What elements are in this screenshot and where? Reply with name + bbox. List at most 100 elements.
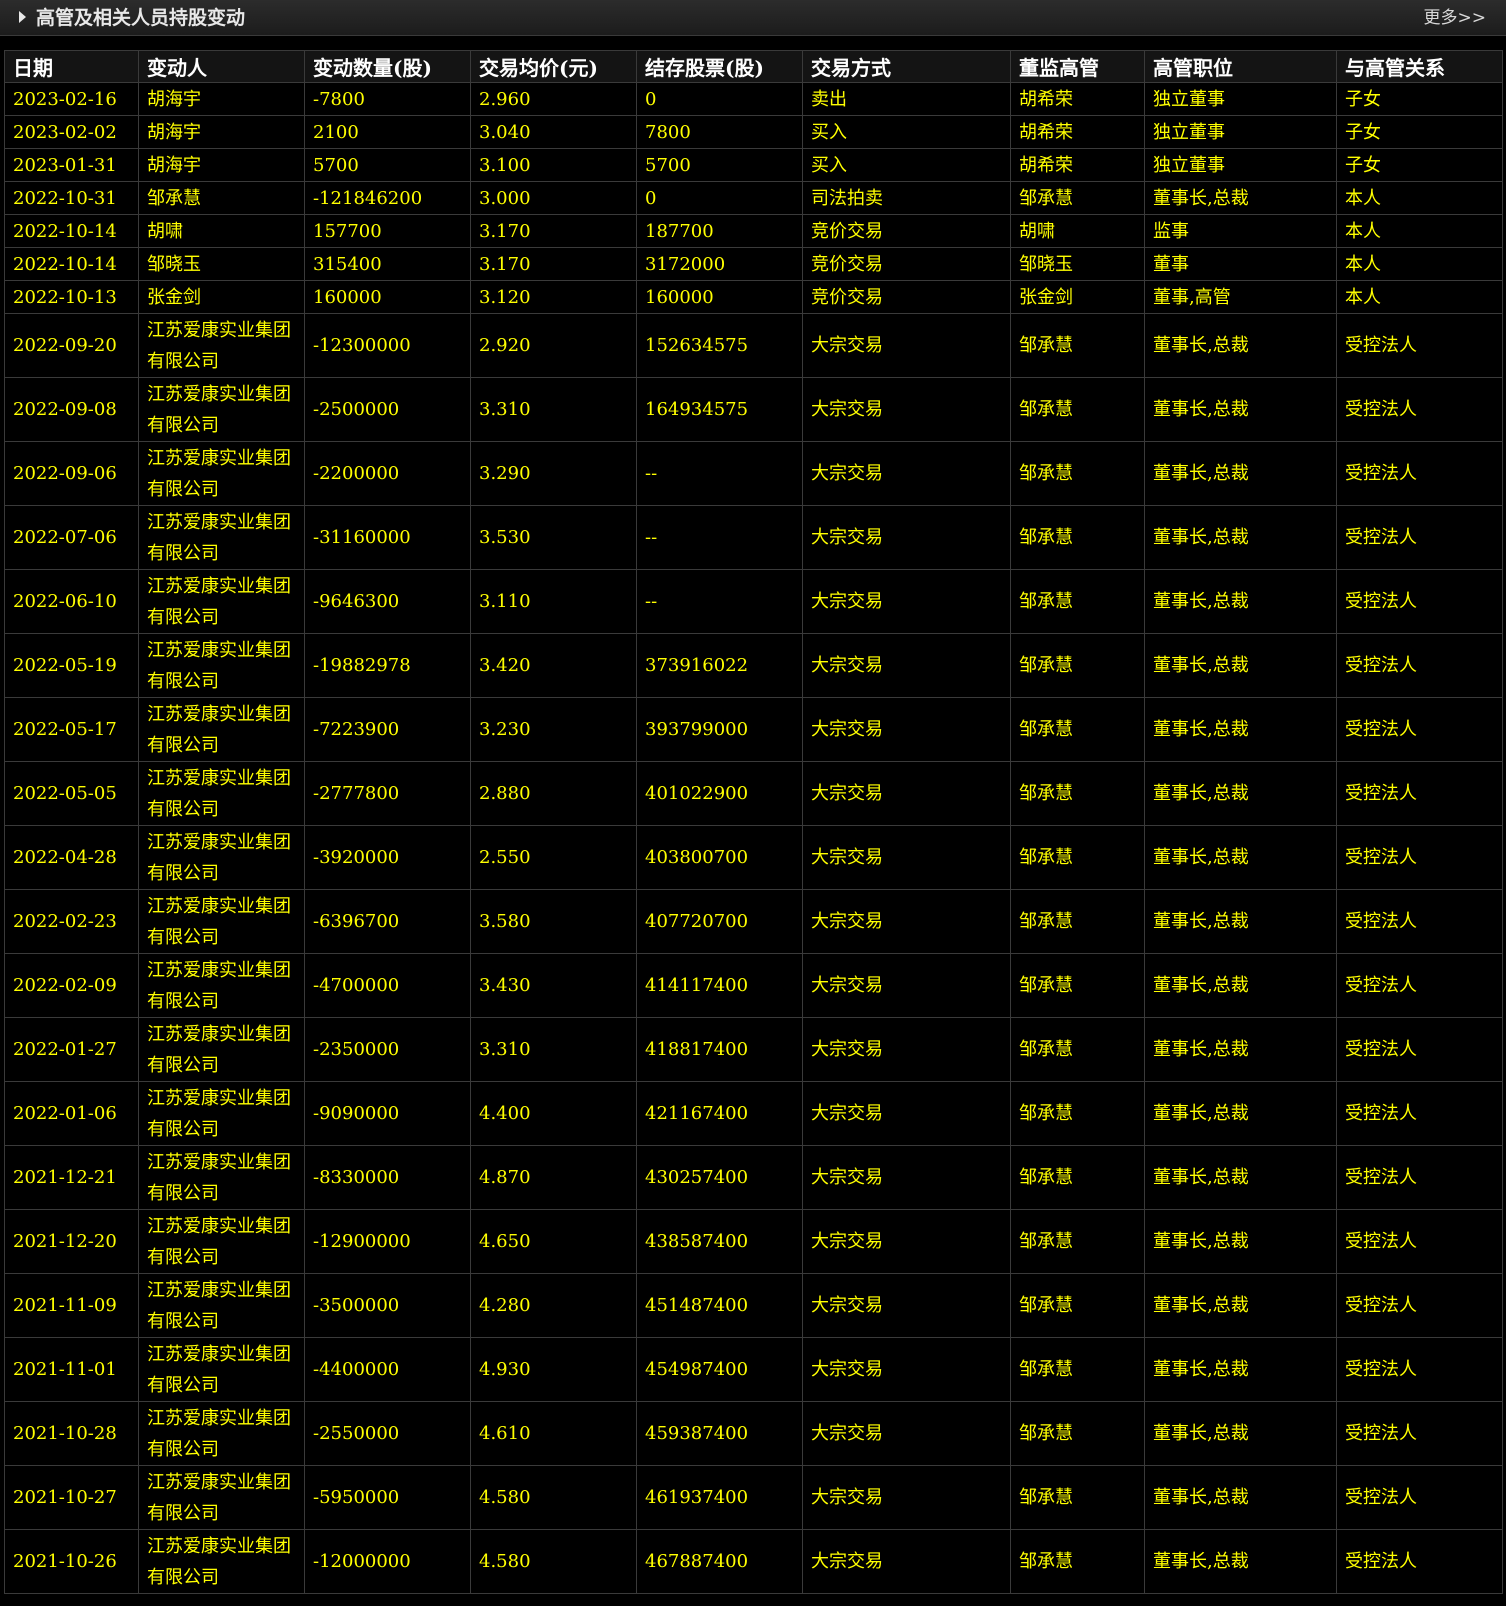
change-qty-cell: -4700000	[304, 953, 471, 1018]
executive-cell: 邹承慧	[1010, 1529, 1145, 1594]
section-title: 高管及相关人员持股变动	[36, 7, 246, 29]
trade-type-cell: 大宗交易	[802, 1401, 1011, 1466]
change-qty-cell: -8330000	[304, 1145, 471, 1210]
avg-price-cell: 4.280	[470, 1273, 637, 1338]
column-header-balance[interactable]: 结存股票(股)	[636, 50, 803, 83]
executive-cell: 邹承慧	[1010, 1401, 1145, 1466]
relation-cell: 受控法人	[1336, 953, 1503, 1018]
changer-cell: 胡啸	[138, 214, 305, 248]
changer-cell: 江苏爱康实业集团有限公司	[138, 1145, 305, 1210]
table-row: 2022-09-08 江苏爱康实业集团有限公司 -2500000 3.310 16493…	[4, 377, 1503, 442]
change-qty-cell: -9646300	[304, 569, 471, 634]
relation-cell: 本人	[1336, 181, 1503, 215]
balance-cell: 414117400	[636, 953, 803, 1018]
table-row: 2021-12-21 江苏爱康实业集团有限公司 -8330000 4.870 43025…	[4, 1145, 1503, 1210]
date-cell: 2022-01-27	[4, 1017, 139, 1082]
changer-cell: 邹承慧	[138, 181, 305, 215]
executive-cell: 邹承慧	[1010, 1017, 1145, 1082]
position-cell: 董事长,总裁	[1144, 633, 1337, 698]
date-cell: 2021-12-20	[4, 1209, 139, 1274]
relation-cell: 受控法人	[1336, 1273, 1503, 1338]
table-row: 2021-12-20 江苏爱康实业集团有限公司 -12900000 4.650 4385…	[4, 1209, 1503, 1274]
balance-cell: 160000	[636, 280, 803, 314]
position-cell: 董事,高管	[1144, 280, 1337, 314]
column-header-change-qty[interactable]: 变动数量(股)	[304, 50, 471, 83]
change-qty-cell: -7800	[304, 82, 471, 116]
date-cell: 2022-07-06	[4, 505, 139, 570]
position-cell: 董事长,总裁	[1144, 313, 1337, 378]
trade-type-cell: 卖出	[802, 82, 1011, 116]
more-link[interactable]: 更多>>	[1424, 6, 1487, 30]
column-header-avg-price[interactable]: 交易均价(元)	[470, 50, 637, 83]
relation-cell: 子女	[1336, 148, 1503, 182]
column-header-date[interactable]: 日期	[4, 50, 139, 83]
changer-cell: 江苏爱康实业集团有限公司	[138, 633, 305, 698]
trade-type-cell: 大宗交易	[802, 633, 1011, 698]
executive-cell: 邹承慧	[1010, 181, 1145, 215]
changer-cell: 江苏爱康实业集团有限公司	[138, 761, 305, 826]
balance-cell: 7800	[636, 115, 803, 149]
changer-cell: 张金剑	[138, 280, 305, 314]
trade-type-cell: 大宗交易	[802, 1529, 1011, 1594]
table-row: 2023-02-02 胡海宇 2100 3.040 7800 买入 胡希荣 独立董事 子女	[4, 115, 1503, 149]
changer-cell: 胡海宇	[138, 82, 305, 116]
changer-cell: 江苏爱康实业集团有限公司	[138, 1209, 305, 1274]
changer-cell: 江苏爱康实业集团有限公司	[138, 313, 305, 378]
change-qty-cell: -3920000	[304, 825, 471, 890]
change-qty-cell: 315400	[304, 247, 471, 281]
trade-type-cell: 大宗交易	[802, 1273, 1011, 1338]
trade-type-cell: 竞价交易	[802, 280, 1011, 314]
date-cell: 2022-02-09	[4, 953, 139, 1018]
date-cell: 2022-09-08	[4, 377, 139, 442]
changer-cell: 江苏爱康实业集团有限公司	[138, 1273, 305, 1338]
table-row: 2022-10-31 邹承慧 -121846200 3.000 0 司法拍卖 邹承慧 董事长,…	[4, 181, 1503, 215]
executive-cell: 邹承慧	[1010, 1465, 1145, 1530]
executive-cell: 邹承慧	[1010, 1145, 1145, 1210]
executive-cell: 邹承慧	[1010, 825, 1145, 890]
avg-price-cell: 3.580	[470, 889, 637, 954]
column-header-relation[interactable]: 与高管关系	[1336, 50, 1503, 83]
table-row: 2022-10-13 张金剑 160000 3.120 160000 竞价交易 张金剑 董事,…	[4, 280, 1503, 314]
table-row: 2022-10-14 邹晓玉 315400 3.170 3172000 竞价交易 邹晓玉 董事…	[4, 247, 1503, 281]
relation-cell: 受控法人	[1336, 505, 1503, 570]
position-cell: 董事	[1144, 247, 1337, 281]
balance-cell: 430257400	[636, 1145, 803, 1210]
changer-cell: 江苏爱康实业集团有限公司	[138, 377, 305, 442]
column-header-executive[interactable]: 董监高管	[1010, 50, 1145, 83]
column-header-position[interactable]: 高管职位	[1144, 50, 1337, 83]
balance-cell: 467887400	[636, 1529, 803, 1594]
changer-cell: 江苏爱康实业集团有限公司	[138, 825, 305, 890]
changer-cell: 江苏爱康实业集团有限公司	[138, 1081, 305, 1146]
changer-cell: 江苏爱康实业集团有限公司	[138, 505, 305, 570]
changer-cell: 江苏爱康实业集团有限公司	[138, 441, 305, 506]
trade-type-cell: 大宗交易	[802, 953, 1011, 1018]
balance-cell: 454987400	[636, 1337, 803, 1402]
column-header-changer[interactable]: 变动人	[138, 50, 305, 83]
date-cell: 2021-10-28	[4, 1401, 139, 1466]
date-cell: 2022-02-23	[4, 889, 139, 954]
relation-cell: 受控法人	[1336, 1145, 1503, 1210]
balance-cell: --	[636, 569, 803, 634]
trade-type-cell: 大宗交易	[802, 825, 1011, 890]
executive-cell: 邹承慧	[1010, 889, 1145, 954]
trade-type-cell: 买入	[802, 148, 1011, 182]
balance-cell: 451487400	[636, 1273, 803, 1338]
table-row: 2023-02-16 胡海宇 -7800 2.960 0 卖出 胡希荣 独立董事 子女	[4, 82, 1503, 116]
date-cell: 2022-09-06	[4, 441, 139, 506]
trade-type-cell: 司法拍卖	[802, 181, 1011, 215]
position-cell: 董事长,总裁	[1144, 889, 1337, 954]
avg-price-cell: 2.880	[470, 761, 637, 826]
trade-type-cell: 买入	[802, 115, 1011, 149]
balance-cell: 438587400	[636, 1209, 803, 1274]
column-header-trade-type[interactable]: 交易方式	[802, 50, 1011, 83]
executive-cell: 邹承慧	[1010, 441, 1145, 506]
date-cell: 2022-01-06	[4, 1081, 139, 1146]
changer-cell: 邹晓玉	[138, 247, 305, 281]
change-qty-cell: -31160000	[304, 505, 471, 570]
change-qty-cell: 5700	[304, 148, 471, 182]
avg-price-cell: 3.310	[470, 1017, 637, 1082]
trade-type-cell: 大宗交易	[802, 761, 1011, 826]
balance-cell: 3172000	[636, 247, 803, 281]
date-cell: 2022-09-20	[4, 313, 139, 378]
relation-cell: 本人	[1336, 280, 1503, 314]
